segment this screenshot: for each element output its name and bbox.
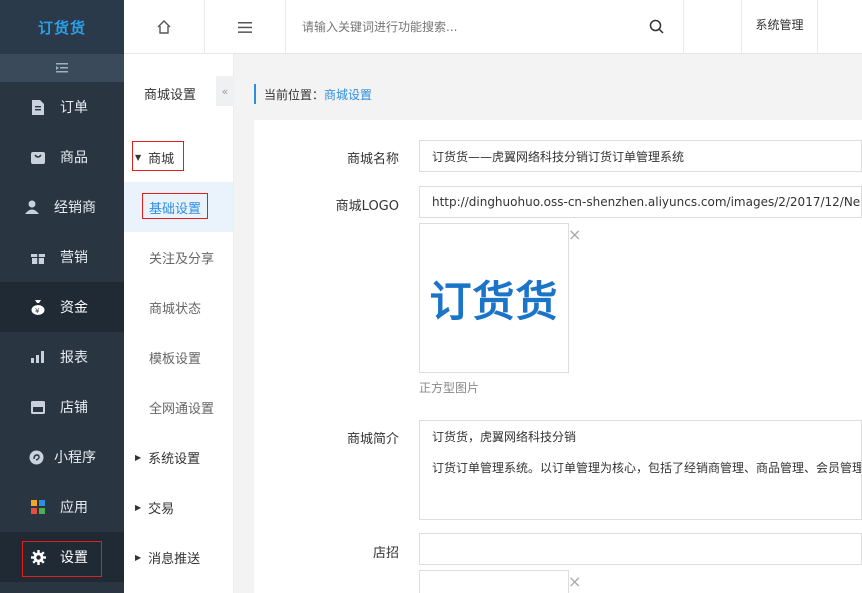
subnav-group-system[interactable]: ▶ 系统设置 (124, 432, 233, 482)
remove-logo-icon[interactable]: × (568, 225, 581, 244)
logo-preview[interactable]: 订货货 (419, 223, 569, 373)
bag-icon (30, 149, 46, 165)
triangle-right-icon: ▶ (135, 552, 142, 562)
breadcrumb-current[interactable]: 商城设置 (324, 86, 372, 103)
sidebar-item-label: 设置 (60, 550, 88, 566)
subnav-group-label: 系统设置 (148, 451, 201, 467)
svg-text:¥: ¥ (35, 307, 40, 315)
mall-intro-label: 商城简介 (346, 432, 399, 447)
sidebar-collapse-toggle[interactable] (0, 54, 124, 82)
breadcrumb: 当前位置： 商城设置 (254, 84, 372, 104)
app-logo[interactable]: 订货货 (0, 0, 124, 54)
sidebar-item-distributors[interactable]: 经销商 (0, 182, 124, 232)
search-icon[interactable] (649, 19, 665, 35)
subnav-group-label: 消息推送 (148, 551, 201, 567)
sidebar-item-label: 应用 (60, 500, 88, 516)
sidebar-item-label: 商品 (60, 150, 88, 166)
subnav-item-label: 商城状态 (149, 301, 202, 317)
mall-name-input[interactable]: 订货货——虎翼网络科技分销订货订单管理系统 (419, 140, 862, 172)
sidebar-item-miniprogram[interactable]: 小程序 (0, 432, 124, 482)
shop-sign-preview[interactable] (419, 570, 569, 593)
subnav-item-omnichannel[interactable]: 全网通设置 (124, 382, 233, 432)
home-icon (157, 20, 171, 34)
gear-icon (30, 549, 46, 565)
apps-grid-icon (30, 499, 46, 515)
settings-subnav: 商城设置 ▼ 商城 基础设置 关注及分享 商城状态 模板设置 全网通设置 ▶ 系… (124, 54, 234, 593)
subnav-group-label: 交易 (148, 501, 175, 517)
menu-collapse-icon (56, 63, 68, 73)
search-input[interactable] (286, 20, 626, 34)
subnav-group-trade[interactable]: ▶ 交易 (124, 482, 233, 532)
sidebar-item-label: 店铺 (60, 400, 88, 416)
subnav-item-label: 关注及分享 (149, 251, 215, 267)
subnav-fold-button[interactable]: « (216, 76, 234, 106)
subnav-group-mall[interactable]: ▼ 商城 (124, 132, 233, 182)
document-icon (30, 99, 46, 115)
subnav-item-follow-share[interactable]: 关注及分享 (124, 232, 233, 282)
shop-sign-label: 店招 (372, 546, 399, 561)
home-button[interactable] (124, 0, 205, 54)
highlight-box (132, 141, 184, 171)
logo-image: 订货货 (429, 276, 559, 326)
highlight-box (142, 193, 208, 219)
mall-intro-textarea[interactable]: 订货货，虎翼网络科技分销 订货订单管理系统。以订单管理为核心，包括了经销商管理、… (419, 420, 862, 520)
sidebar-item-label: 报表 (60, 350, 88, 366)
sidebar-item-marketing[interactable]: 营销 (0, 232, 124, 282)
remove-sign-icon[interactable]: × (568, 572, 581, 591)
triangle-right-icon: ▶ (135, 502, 142, 512)
menu-button[interactable] (205, 0, 286, 54)
subnav-item-mall-status[interactable]: 商城状态 (124, 282, 233, 332)
triangle-right-icon: ▶ (135, 452, 142, 462)
subnav-item-label: 全网通设置 (149, 401, 215, 417)
intro-line: 订货货，虎翼网络科技分销 (432, 430, 577, 444)
sidebar-item-label: 经销商 (54, 200, 96, 216)
miniapp-icon (28, 449, 44, 465)
mall-logo-label: 商城LOGO (335, 199, 399, 214)
settings-form: 商城名称 订货货——虎翼网络科技分销订货订单管理系统 商城LOGO http:/… (254, 120, 862, 593)
sidebar-item-label: 营销 (60, 250, 88, 266)
mall-name-label: 商城名称 (346, 152, 399, 167)
shop-sign-input[interactable] (419, 533, 862, 565)
sidebar-item-funds[interactable]: ¥ 资金 (0, 282, 124, 332)
subnav-item-label: 模板设置 (149, 351, 202, 367)
sidebar-item-reports[interactable]: 报表 (0, 332, 124, 382)
intro-line: 订货订单管理系统。以订单管理为核心，包括了经销商管理、商品管理、会员管理 (432, 460, 862, 475)
main-sidebar: 订货货 订单 商品 经销商 营销 ¥ 资金 报表 店铺 小程序 应用 设置 (0, 0, 124, 593)
sidebar-item-label: 小程序 (54, 450, 96, 466)
search-box (286, 0, 684, 54)
subnav-item-template[interactable]: 模板设置 (124, 332, 233, 382)
sidebar-item-orders[interactable]: 订单 (0, 82, 124, 132)
sidebar-item-products[interactable]: 商品 (0, 132, 124, 182)
sidebar-item-label: 订单 (60, 100, 88, 116)
system-manage-link[interactable]: 系统管理 (742, 0, 818, 54)
gift-icon (30, 249, 46, 265)
user-icon (24, 199, 40, 215)
bar-chart-icon (30, 349, 46, 365)
subnav-item-basic-settings[interactable]: 基础设置 (124, 182, 233, 232)
sidebar-item-label: 资金 (60, 300, 88, 316)
sidebar-item-settings[interactable]: 设置 (0, 532, 124, 582)
hamburger-icon (238, 21, 252, 33)
store-icon (30, 399, 46, 415)
sidebar-item-apps[interactable]: 应用 (0, 482, 124, 532)
subnav-group-push[interactable]: ▶ 消息推送 (124, 532, 233, 582)
sidebar-item-store[interactable]: 店铺 (0, 382, 124, 432)
double-chevron-left-icon: « (221, 84, 229, 98)
breadcrumb-prefix: 当前位置： (264, 87, 325, 102)
mall-logo-url-input[interactable]: http://dinghuohuo.oss-cn-shenzhen.aliyun… (419, 186, 862, 218)
top-header: 系统管理 (124, 0, 862, 54)
logo-hint: 正方型图片 (419, 381, 480, 395)
money-bag-icon: ¥ (30, 299, 46, 315)
header-blank-cell (684, 0, 742, 54)
